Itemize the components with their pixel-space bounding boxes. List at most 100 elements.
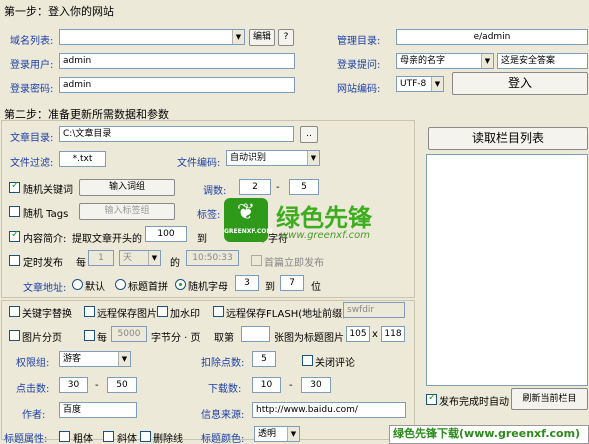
deduct-input[interactable]: 5 [252,351,276,367]
random-tags-checkbox[interactable] [9,206,20,217]
close-comments-checkbox[interactable] [302,355,313,366]
downloads-dash: - [289,380,293,391]
source-input[interactable]: http://www.baidu.com/ [252,402,406,418]
summary-checkbox[interactable] [9,229,20,242]
title-color-select[interactable]: 透明 ▼ [254,426,300,442]
url-pinyin-radio[interactable] [115,279,126,290]
file-filter-input[interactable]: *.txt [59,151,106,167]
login-password-label: 登录密码: [10,84,54,95]
url-pinyin-label: 标题首拼 [128,282,168,293]
title-image-label: 张图为标题图片 [274,333,344,344]
clicks-dash: - [276,182,280,193]
url-default-label: 默认 [85,282,105,293]
random-keywords-label: 随机关键词 [23,185,73,196]
bottom-banner: 绿色先锋下载(www.greenxf.com) [389,425,589,444]
column-list[interactable] [426,154,588,386]
domain-list-select[interactable]: ▼ [59,29,245,45]
random-tags-label: 随机 Tags [23,209,69,220]
take-input[interactable] [241,326,270,342]
strike-checkbox[interactable] [140,431,151,442]
remote-flash-checkbox[interactable] [213,306,224,317]
help-button[interactable]: ? [278,29,294,46]
permission-label: 权限组: [16,358,50,369]
title-color-label: 标题颜色: [201,434,245,444]
input-keywords-button[interactable]: 输入词组 [79,179,175,196]
summary-to-label: 到 [197,234,207,245]
url-random-to-input[interactable]: 7 [280,275,304,291]
every-checkbox[interactable] [84,330,95,341]
permission-select[interactable]: 游客 ▼ [59,351,131,367]
tags-label: 标签: [197,210,221,221]
every-input[interactable]: 5000 [111,326,147,342]
read-columns-button[interactable]: 读取栏目列表 [428,127,588,150]
auto-after-publish-checkbox[interactable] [426,392,437,405]
clicks-from-input[interactable]: 2 [239,179,271,195]
views-to-input[interactable]: 50 [107,377,137,393]
keyword-replace-checkbox[interactable] [9,306,20,317]
source-label: 信息来源: [201,410,245,421]
site-encoding-label: 网站编码: [337,84,381,95]
views-from-input[interactable]: 30 [59,377,88,393]
downloads-from-input[interactable]: 10 [252,377,281,393]
timed-publish-checkbox[interactable] [9,255,20,266]
every-label: 每 [97,333,107,344]
url-random-from-input[interactable]: 3 [235,275,259,291]
timed-unit-select[interactable]: 天 ▼ [119,250,161,266]
remote-images-checkbox[interactable] [84,306,95,317]
chevron-down-icon: ▼ [481,54,493,68]
file-encoding-select[interactable]: 自动识别 ▼ [226,150,320,166]
domain-list-label: 域名列表: [10,36,54,47]
random-keywords-checkbox[interactable] [9,180,20,193]
chevron-down-icon: ▼ [287,427,299,441]
browse-button[interactable]: .. [300,126,318,143]
bold-checkbox[interactable] [59,431,70,442]
summary-extract-label: 提取文章开头的 [72,234,142,245]
article-dir-input[interactable]: C:\文章目录 [59,126,294,142]
edit-button[interactable]: 编辑 [249,29,275,46]
login-prompt-select[interactable]: 母亲的名字 ▼ [396,53,494,69]
image-pages-label: 图片分页 [22,333,62,344]
login-button[interactable]: 登入 [452,72,588,95]
remote-images-label: 远程保存图片 [97,309,157,320]
image-width-input[interactable]: 105 [346,326,370,342]
summary-label: 内容简介: [23,234,67,245]
watermark-brand: 绿色先锋 [276,204,372,232]
keyword-replace-label: 关键字替换 [22,309,72,320]
chevron-down-icon: ▼ [148,251,160,265]
url-random-to-label: 到 [265,282,275,293]
image-pages-checkbox[interactable] [9,330,20,341]
watermark-checkbox[interactable] [157,306,168,317]
url-default-radio[interactable] [72,279,83,290]
chevron-down-icon: ▼ [431,77,443,91]
url-random-label: 随机字母 [188,282,228,293]
downloads-to-input[interactable]: 30 [301,377,331,393]
strike-label: 删除线 [153,434,183,444]
chevron-down-icon: ▼ [232,30,244,44]
image-height-input[interactable]: 118 [381,326,405,342]
timed-publish-label: 定时发布 [23,258,63,269]
admin-dir-label: 管理目录: [337,36,381,47]
timed-of-label: 的 [170,258,180,269]
refresh-column-button[interactable]: 刷新当前栏目 [511,388,588,410]
summary-length-input[interactable]: 100 [145,226,187,242]
author-input[interactable]: 百度 [59,402,137,418]
clicks-label: 调数: [203,186,227,197]
login-password-input[interactable]: admin [59,77,295,93]
site-encoding-select[interactable]: UTF-8 ▼ [396,76,444,92]
watermark-label: 加水印 [170,309,200,320]
watermark-url: www.greenxf.com [280,230,370,241]
input-tags-button[interactable]: 输入标签组 [79,203,175,220]
url-label: 文章地址: [23,283,67,294]
login-user-label: 登录用户: [10,60,54,71]
url-random-radio[interactable] [175,279,186,290]
chevron-down-icon: ▼ [118,352,130,366]
site-watermark: ❦ GREENXF.COM 绿色先锋 www.greenxf.com [224,196,394,262]
remote-flash-input[interactable]: swfdir [343,302,405,318]
title-attr-label: 标题属性: [4,434,48,444]
timed-every-input[interactable]: 1 [88,250,114,266]
clicks-to-input[interactable]: 5 [289,179,319,195]
italic-checkbox[interactable] [103,431,114,442]
security-answer-input[interactable]: 这是安全答案 [497,53,588,69]
login-user-input[interactable]: admin [59,53,295,69]
admin-dir-input[interactable]: e/admin [396,29,588,45]
